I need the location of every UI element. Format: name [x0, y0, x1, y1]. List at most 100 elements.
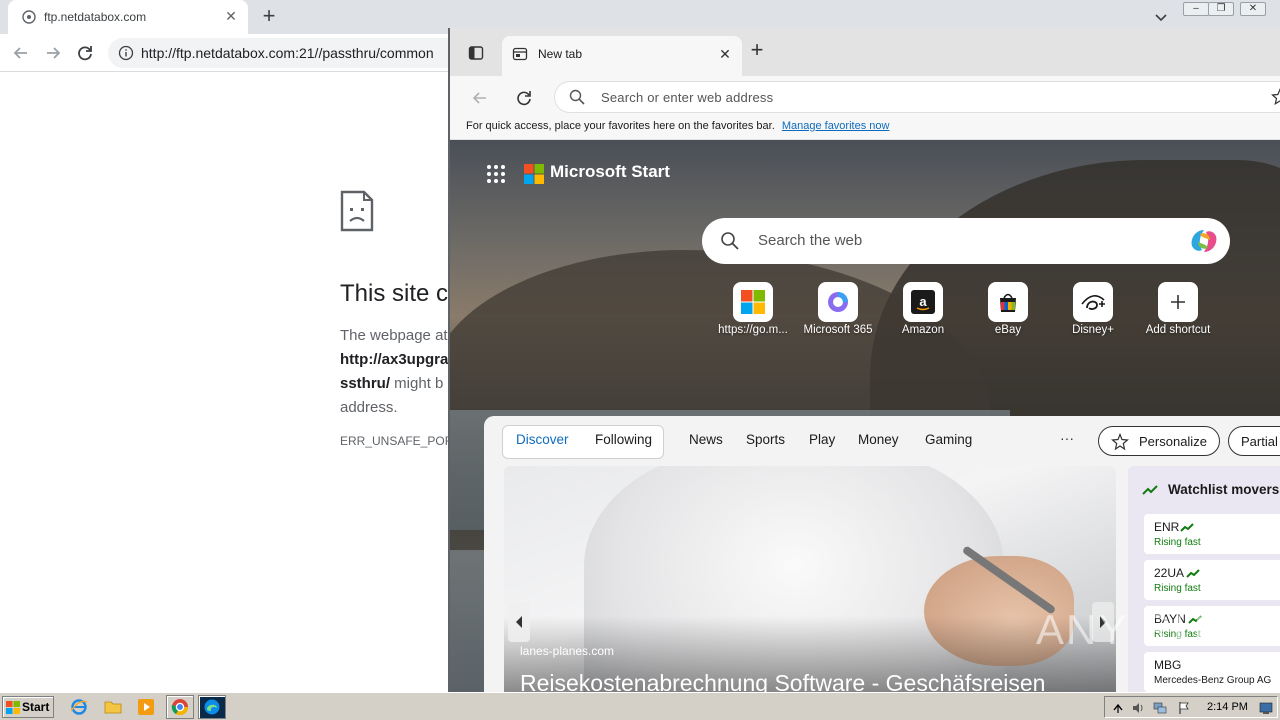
edge-address-bar[interactable]: Search or enter web address: [554, 81, 1280, 113]
start-label: Start: [22, 700, 50, 714]
search-icon: [721, 232, 739, 250]
article-source: lanes-planes.com: [520, 644, 615, 658]
start-button[interactable]: Start: [2, 696, 54, 718]
watchlist-header: Watchlist movers: [1142, 482, 1280, 502]
forward-arrow-icon[interactable]: [42, 42, 64, 64]
shortcut-amazon[interactable]: a Amazon: [880, 282, 966, 344]
more-options-button[interactable]: ···: [1060, 430, 1074, 446]
sad-page-icon: [340, 190, 374, 232]
shortcut-label: eBay: [994, 324, 1022, 336]
ebay-icon: [1000, 293, 1016, 312]
stock-symbol: MBG: [1154, 658, 1182, 672]
favorites-bar: For quick access, place your favorites h…: [450, 120, 1280, 140]
back-arrow-icon[interactable]: [470, 88, 490, 108]
personalize-button[interactable]: Personalize: [1098, 426, 1220, 456]
chevron-up-icon[interactable]: [1111, 701, 1125, 715]
web-search-box[interactable]: Search the web: [702, 218, 1230, 264]
close-window-button[interactable]: ✕: [1240, 2, 1266, 16]
show-desktop-icon[interactable]: [1259, 701, 1273, 715]
hero-article-card[interactable]: lanes-planes.com Reisekostenabrechnung S…: [504, 466, 1116, 692]
manage-favorites-link[interactable]: Manage favorites now: [782, 120, 890, 132]
chrome-url-text: http://ftp.netdatabox.com:21//passthru/c…: [141, 45, 434, 61]
tab-news[interactable]: News: [689, 432, 723, 447]
taskbar: Start 2:14 PM: [0, 692, 1280, 720]
favorites-bar-message: For quick access, place your favorites h…: [466, 120, 889, 132]
shortcut-microsoft[interactable]: https://go.m...: [710, 282, 796, 344]
tab-gaming[interactable]: Gaming: [925, 432, 972, 447]
tab-play[interactable]: Play: [809, 432, 835, 447]
article-title[interactable]: Reisekostenabrechnung Software - Geschäf…: [520, 670, 1045, 692]
edge-new-tab-button[interactable]: +: [746, 39, 768, 62]
tab-sports[interactable]: Sports: [746, 432, 785, 447]
microsoft-logo-icon: [524, 164, 544, 184]
stock-symbol: 22UA: [1154, 566, 1185, 580]
tab-money[interactable]: Money: [858, 432, 899, 447]
stock-status: Mercedes-Benz Group AG: [1154, 675, 1272, 686]
maximize-button[interactable]: ❐: [1208, 2, 1234, 16]
chrome-tab[interactable]: ftp.netdatabox.com ✕: [8, 0, 248, 34]
m365-icon: [828, 292, 848, 312]
sparkle-star-icon: [1111, 433, 1129, 451]
address-placeholder: Search or enter web address: [601, 90, 774, 105]
shortcut-tile: [1158, 282, 1198, 322]
favorite-star-icon[interactable]: [1271, 88, 1280, 106]
windows-flag-icon: [6, 701, 20, 714]
edge-tabstrip: New tab ✕ +: [450, 28, 1280, 76]
add-shortcut-button[interactable]: Add shortcut: [1135, 282, 1221, 344]
shortcut-tile: [733, 282, 773, 322]
media-player-icon[interactable]: [137, 698, 155, 716]
edge-taskbar-button[interactable]: [198, 695, 226, 719]
microsoft-icon: [741, 290, 765, 314]
info-icon[interactable]: [118, 45, 134, 61]
tab-discover[interactable]: Discover: [516, 432, 569, 447]
new-tab-button[interactable]: +: [258, 5, 280, 28]
tab-following[interactable]: Following: [595, 432, 652, 447]
plus-icon: [1171, 295, 1185, 309]
edge-tab-new-tab[interactable]: New tab ✕: [502, 36, 742, 76]
shortcut-tile: [1073, 282, 1113, 322]
partial-button[interactable]: Partial: [1228, 426, 1280, 456]
watchlist-row[interactable]: 22UA Rising fast: [1144, 560, 1280, 600]
chevron-down-icon[interactable]: [1152, 8, 1170, 26]
clock[interactable]: 2:14 PM: [1207, 701, 1248, 713]
watchlist-row[interactable]: MBG Mercedes-Benz Group AG: [1144, 652, 1280, 692]
close-tab-icon[interactable]: ✕: [222, 7, 240, 25]
carousel-prev-button[interactable]: [508, 602, 530, 642]
copilot-icon[interactable]: [1188, 226, 1220, 256]
back-arrow-icon[interactable]: [10, 42, 32, 64]
tab-actions-icon[interactable]: [468, 45, 484, 61]
watermark: ANY RUN: [1036, 606, 1239, 653]
app-launcher-icon[interactable]: [486, 164, 506, 184]
reload-icon[interactable]: [74, 42, 96, 64]
flag-icon[interactable]: [1177, 701, 1191, 715]
watchlist-title[interactable]: Watchlist movers: [1168, 482, 1279, 497]
favorites-bar-text: For quick access, place your favorites h…: [466, 120, 775, 132]
network-icon[interactable]: [1153, 701, 1167, 715]
minimize-button[interactable]: –: [1183, 2, 1209, 16]
partial-label: Partial: [1241, 434, 1278, 449]
error-code: ERR_UNSAFE_PORT: [340, 434, 461, 448]
shortcut-disney[interactable]: Disney+: [1050, 282, 1136, 344]
shortcut-tile: a: [903, 282, 943, 322]
volume-icon[interactable]: [1131, 701, 1145, 715]
stock-status: Rising fast: [1154, 537, 1201, 548]
shortcut-label: Add shortcut: [1145, 324, 1211, 336]
chrome-tab-title: ftp.netdatabox.com: [44, 10, 147, 24]
shortcut-label: https://go.m...: [718, 324, 788, 336]
watchlist-row[interactable]: ENR Rising fast: [1144, 514, 1280, 554]
internet-explorer-icon[interactable]: [70, 698, 88, 716]
chrome-taskbar-button[interactable]: [166, 695, 194, 719]
edge-tab-title: New tab: [538, 47, 583, 61]
globe-icon: [22, 10, 36, 24]
shortcut-tile: [988, 282, 1028, 322]
shortcut-microsoft-365[interactable]: Microsoft 365: [795, 282, 881, 344]
folder-icon[interactable]: [104, 698, 122, 716]
shortcut-ebay[interactable]: eBay: [965, 282, 1051, 344]
svg-text:a: a: [919, 294, 927, 309]
trend-up-icon: [1186, 569, 1200, 578]
close-tab-icon[interactable]: ✕: [716, 45, 734, 63]
system-tray: 2:14 PM: [1104, 696, 1278, 718]
shortcut-label: Amazon: [901, 324, 945, 336]
disney-icon: [1081, 295, 1105, 310]
reload-icon[interactable]: [514, 88, 534, 108]
